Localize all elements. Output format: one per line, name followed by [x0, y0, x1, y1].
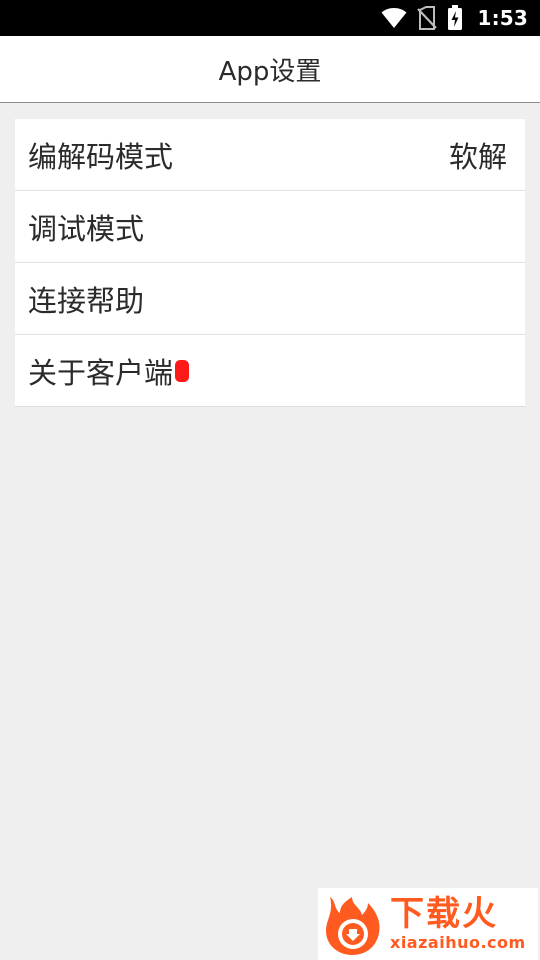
settings-item-about-client[interactable]: 关于客户端	[15, 335, 525, 407]
settings-item-label: 调试模式	[28, 211, 145, 246]
new-badge-dot	[175, 359, 190, 382]
battery-charging-icon	[447, 5, 463, 31]
watermark-texts: 下载火 xiazaihuo.com	[390, 897, 526, 951]
wifi-icon	[381, 7, 407, 29]
app-bar: App设置	[0, 36, 540, 103]
settings-list: 编解码模式 软解 调试模式 连接帮助 关于客户端	[15, 119, 525, 407]
flame-logo-icon	[322, 891, 384, 957]
page-title: App设置	[218, 56, 322, 87]
status-icons: 1:53	[381, 5, 528, 31]
settings-item-codec-mode[interactable]: 编解码模式 软解	[15, 119, 525, 191]
settings-item-label-wrap: 关于客户端	[28, 350, 190, 392]
watermark: 下载火 xiazaihuo.com	[318, 888, 538, 960]
watermark-title: 下载火	[390, 894, 498, 934]
settings-item-label: 连接帮助	[28, 283, 145, 318]
no-sim-icon	[417, 6, 438, 30]
settings-item-label: 关于客户端	[28, 355, 174, 390]
status-bar: 1:53	[0, 0, 540, 36]
settings-item-debug-mode[interactable]: 调试模式	[15, 191, 525, 263]
settings-item-connection-help[interactable]: 连接帮助	[15, 263, 525, 335]
watermark-subtitle: xiazaihuo.com	[390, 933, 526, 952]
settings-item-value: 软解	[448, 139, 507, 174]
app-settings-screen: 1:53 App设置 编解码模式 软解 调试模式 连接帮助 关于客户端 下载火 …	[0, 0, 540, 960]
settings-item-label: 编解码模式	[28, 139, 174, 174]
status-time: 1:53	[477, 6, 528, 30]
